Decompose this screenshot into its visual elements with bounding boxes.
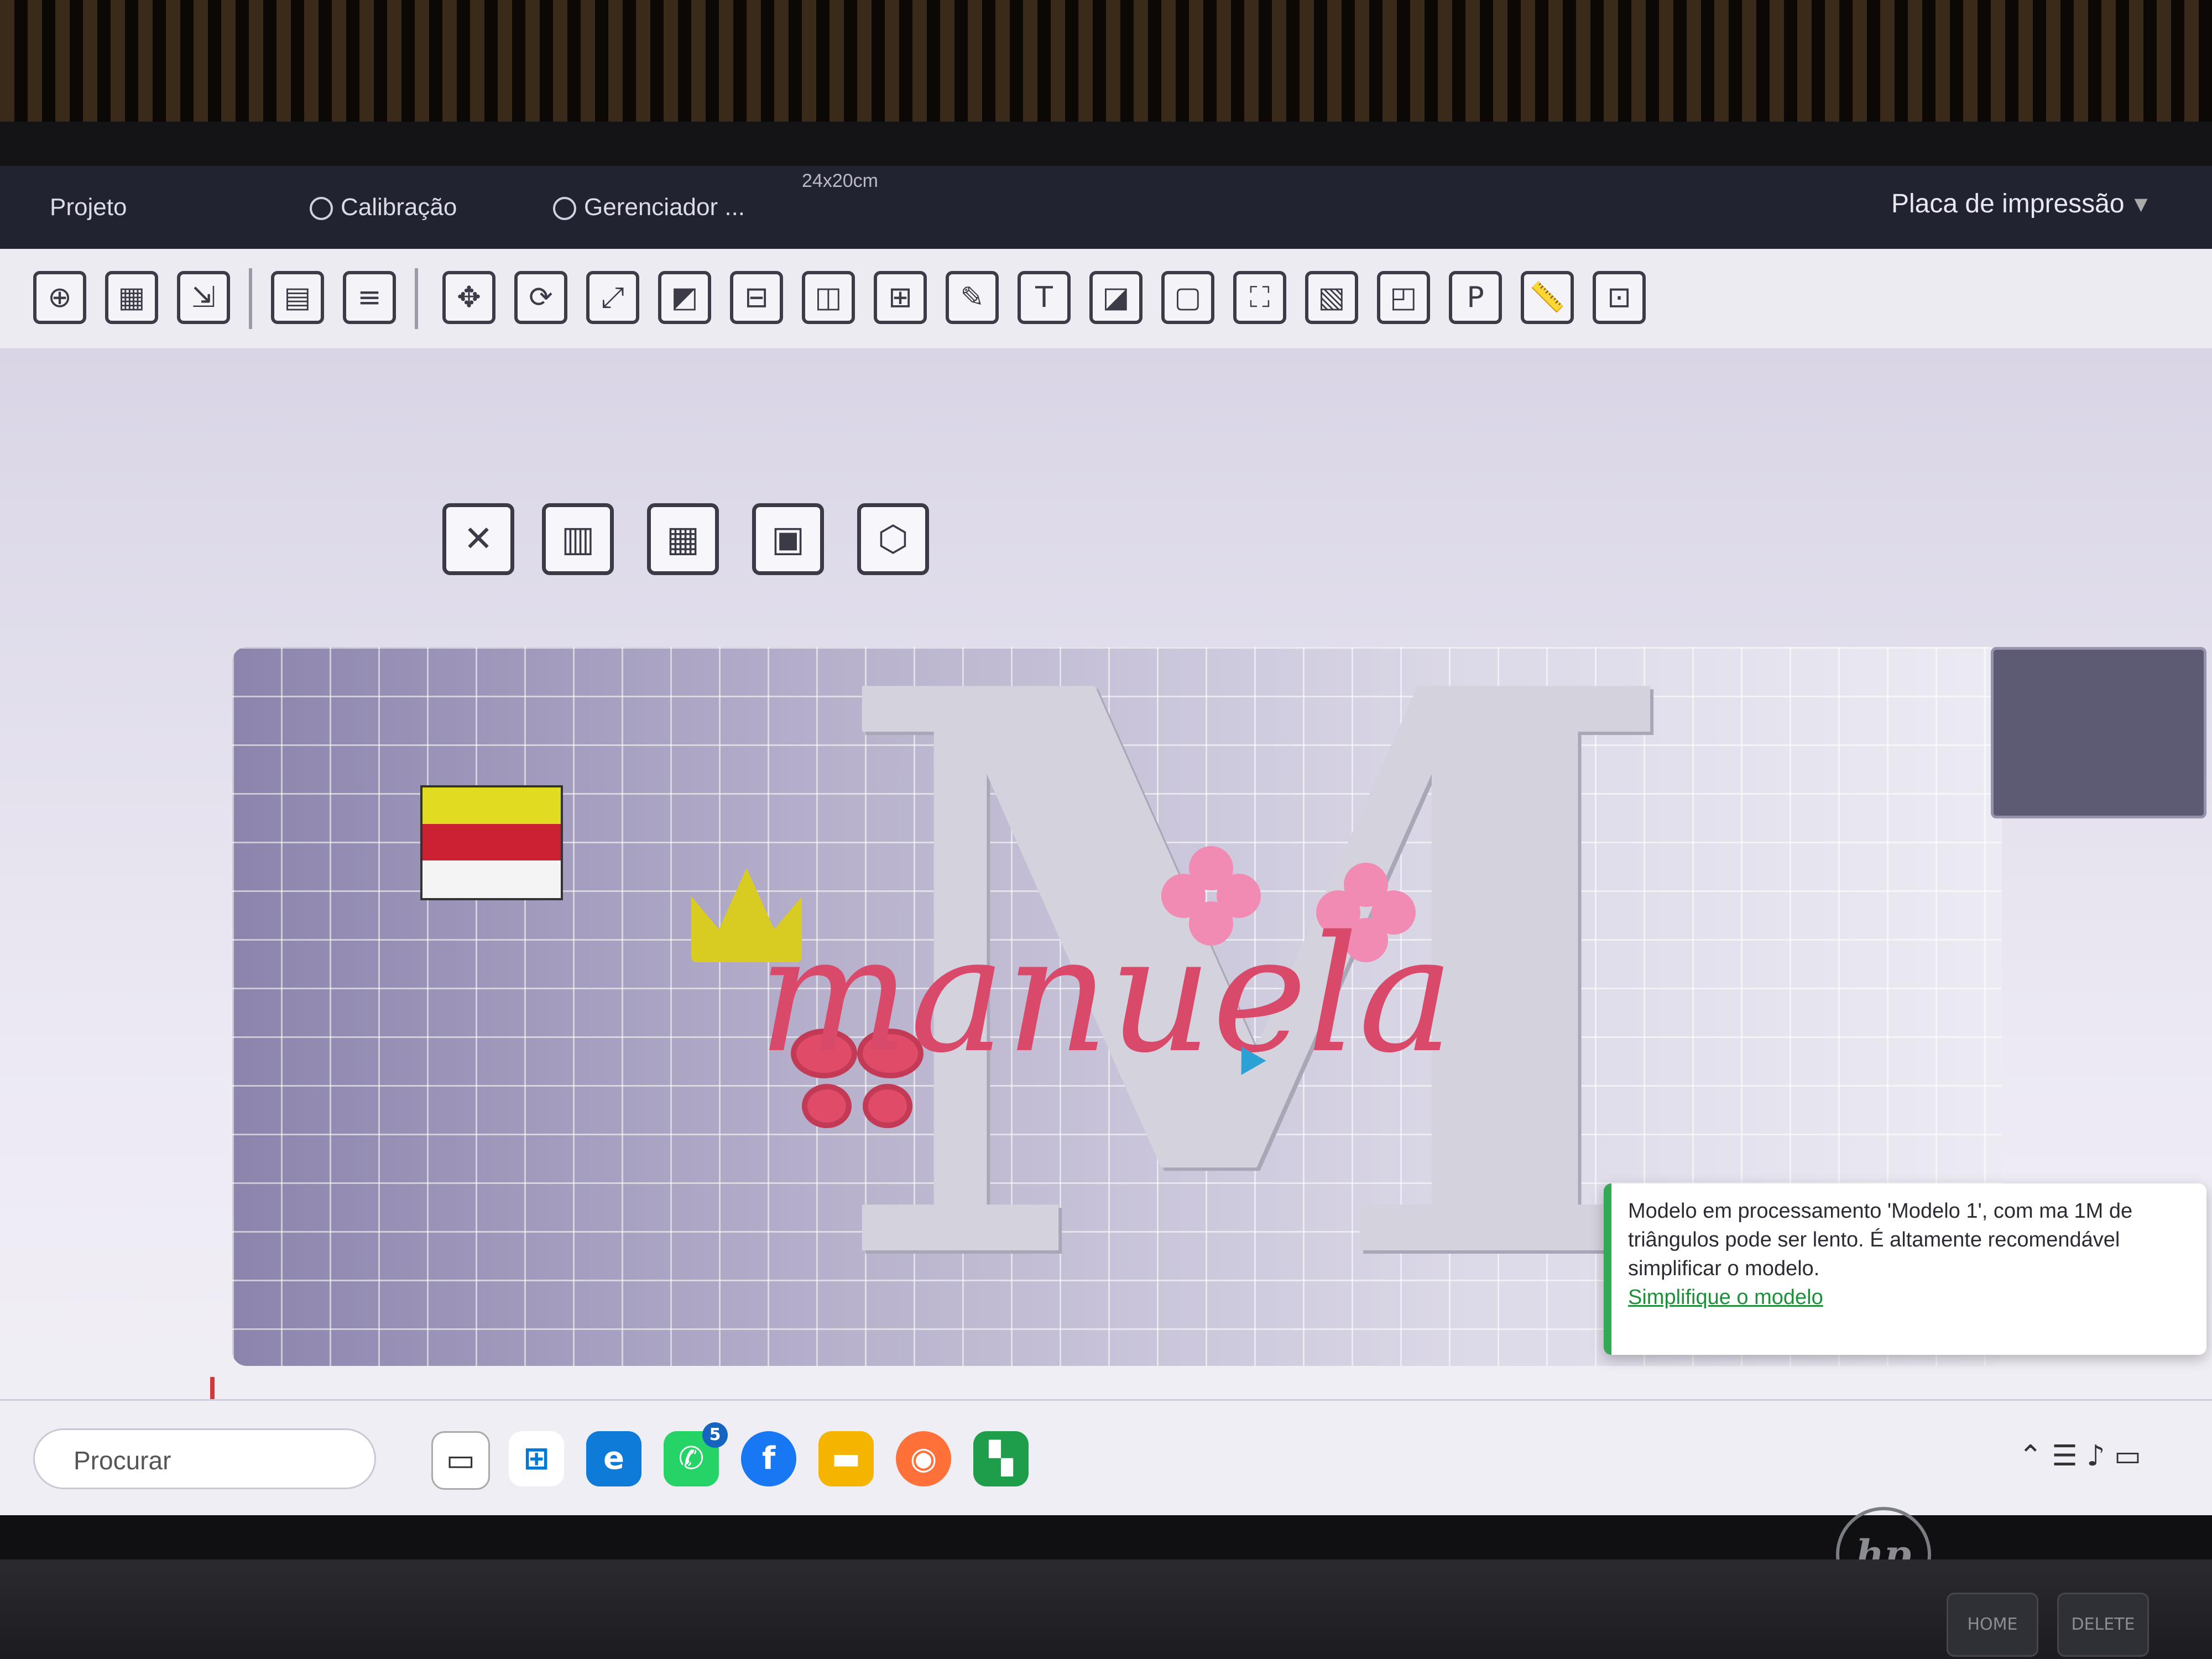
scale-icon[interactable]: ⤢ — [586, 271, 639, 324]
plate-size-label: 24x20cm — [802, 170, 878, 191]
grid-plate-icon[interactable]: ▦ — [105, 271, 158, 324]
notification-badge: 5 — [702, 1422, 728, 1448]
delete-key: DELETE — [2057, 1593, 2149, 1657]
filament-swatch[interactable] — [420, 785, 563, 900]
manager-icon — [553, 197, 576, 221]
plate-selector[interactable]: Placa de impressão ▾ — [1891, 188, 2148, 219]
laptop-keyboard — [0, 1559, 2212, 1659]
wifi-icon[interactable]: ☰ — [2052, 1439, 2078, 1473]
filament-icon[interactable]: ≡ — [343, 271, 396, 324]
import-icon[interactable]: ⇲ — [177, 271, 230, 324]
seam-icon[interactable]: ◪ — [1089, 271, 1142, 324]
collapse-icon[interactable]: ✕ — [442, 503, 514, 575]
taskbar: Procurar ▭ ⊞ e ✆ 5 f ▬ ◉ ▚ ⌃ ☰ ♪ ▭ — [0, 1399, 2212, 1515]
p-icon[interactable]: P — [1449, 271, 1502, 324]
menu-gerenciador[interactable]: Gerenciador ... — [553, 194, 745, 221]
home-key: HOME — [1947, 1593, 2038, 1657]
rotate-icon[interactable]: ⟳ — [514, 271, 567, 324]
toolbar: ⊕ ▦ ⇲ ▤ ≡ ✥ ⟳ ⤢ ◩ ⊟ ◫ ⊞ ✎ T ◪ ▢ ⛶ ▧ ◰ P … — [0, 249, 2212, 350]
facebook-icon[interactable]: f — [741, 1431, 796, 1486]
arrange-icon[interactable]: ⛶ — [1233, 271, 1286, 324]
add-object-icon[interactable]: ⊕ — [33, 271, 86, 324]
firefox-icon[interactable]: ◉ — [896, 1431, 951, 1486]
performance-notification: Modelo em processamento 'Modelo 1', com … — [1604, 1183, 2206, 1355]
file-explorer-icon[interactable]: ▬ — [818, 1431, 874, 1486]
chevron-up-icon[interactable]: ⌃ — [2018, 1439, 2043, 1473]
calibration-icon — [310, 197, 333, 221]
plate-minimap[interactable] — [1991, 647, 2206, 818]
settings-hex-icon[interactable]: ⬡ — [857, 503, 929, 575]
toolbar-divider — [249, 268, 252, 329]
simplify-model-link[interactable]: Simplifique o modelo — [1628, 1286, 1823, 1309]
task-view-icon[interactable]: ▭ — [431, 1431, 490, 1490]
name-text-model[interactable]: manuela — [691, 912, 1521, 1078]
butterfly-wing — [802, 1084, 852, 1128]
cut-icon[interactable]: ◫ — [802, 271, 855, 324]
cube-icon[interactable]: ▢ — [1161, 271, 1214, 324]
notification-message: Modelo em processamento 'Modelo 1', com … — [1628, 1199, 2133, 1280]
support-icon[interactable]: ⊞ — [874, 271, 927, 324]
object-icon[interactable]: ◰ — [1377, 271, 1430, 324]
slicer-app-icon[interactable]: ▚ — [973, 1431, 1029, 1486]
search-input[interactable]: Procurar — [33, 1428, 376, 1489]
move-icon[interactable]: ✥ — [442, 271, 495, 324]
store-icon[interactable]: ⊞ — [509, 1431, 564, 1486]
battery-icon[interactable]: ▭ — [2114, 1439, 2141, 1473]
lock-icon[interactable]: ▣ — [752, 503, 824, 575]
system-tray[interactable]: ⌃ ☰ ♪ ▭ — [2018, 1439, 2141, 1473]
toolbar-divider — [415, 268, 418, 329]
orient-icon[interactable]: ▧ — [1305, 271, 1358, 324]
text-icon[interactable]: T — [1018, 271, 1071, 324]
volume-icon[interactable]: ♪ — [2086, 1439, 2105, 1473]
whatsapp-icon[interactable]: ✆ 5 — [664, 1422, 728, 1486]
menu-calibracao[interactable]: Calibração — [310, 194, 457, 221]
menu-bar: Projeto Calibração Gerenciador ... 24x20… — [0, 166, 2212, 249]
paint-icon[interactable]: ✎ — [946, 271, 999, 324]
layout-icon[interactable]: ▤ — [271, 271, 324, 324]
window-blinds — [0, 0, 2212, 122]
lay-on-face-icon[interactable]: ◩ — [658, 271, 711, 324]
chevron-down-icon: ▾ — [2134, 189, 2148, 218]
assembly-icon[interactable]: ⊡ — [1593, 271, 1646, 324]
split-icon[interactable]: ⊟ — [730, 271, 783, 324]
edge-icon[interactable]: e — [586, 1431, 641, 1486]
butterfly-wing — [863, 1084, 912, 1128]
layout-view-icon[interactable]: ▦ — [647, 503, 719, 575]
slice-preview-icon[interactable]: ▥ — [542, 503, 614, 575]
measure-icon[interactable]: 📏 — [1521, 271, 1574, 324]
laptop-screen: Projeto Calibração Gerenciador ... 24x20… — [0, 166, 2212, 1515]
menu-projeto[interactable]: Projeto — [50, 194, 127, 221]
